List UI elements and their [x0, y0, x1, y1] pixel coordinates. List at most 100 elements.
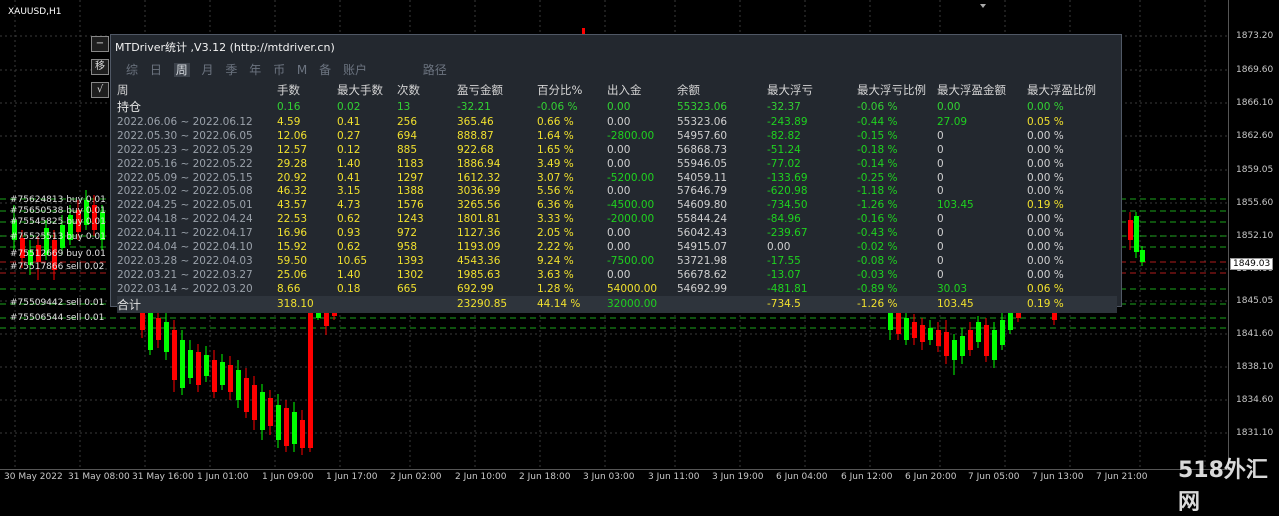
- table-cell: 0.41: [337, 171, 361, 184]
- table-cell: 2022.04.11 ~ 2022.04.17: [117, 227, 253, 240]
- table-cell: 0.19 %: [1027, 295, 1117, 313]
- table-cell: 3.49 %: [537, 157, 574, 170]
- table-cell: 694: [397, 129, 418, 142]
- price-tick: 1855.60: [1236, 198, 1274, 208]
- candle-body: [960, 336, 965, 356]
- table-cell: -734.5: [767, 295, 857, 313]
- table-cell: 55946.05: [677, 157, 728, 170]
- candle-body: [164, 322, 169, 352]
- candle-body: [984, 325, 989, 356]
- tab-currency[interactable]: 币: [273, 63, 285, 77]
- table-cell: 0: [937, 268, 944, 281]
- time-tick: 2 Jun 02:00: [390, 472, 442, 482]
- table-cell: -0.14 %: [857, 157, 898, 170]
- time-tick: 31 May 08:00: [68, 472, 130, 482]
- tab-week[interactable]: 周: [173, 63, 190, 77]
- table-cell: 0: [937, 254, 944, 267]
- column-header: 最大浮亏比例: [857, 83, 926, 97]
- table-cell: 2022.03.21 ~ 2022.03.27: [117, 268, 253, 281]
- tab-day[interactable]: 日: [150, 63, 162, 77]
- tab-month[interactable]: 月: [202, 63, 214, 77]
- table-cell: 0.00 %: [1027, 157, 1064, 170]
- table-cell: 27.09: [937, 115, 968, 128]
- table-cell: 0.00 %: [1027, 129, 1064, 142]
- table-row: 2022.03.21 ~ 2022.03.27 25.06 1.40 1302 1985…: [117, 268, 1117, 282]
- table-cell: 55323.06: [677, 100, 728, 113]
- tab-account[interactable]: 账户: [343, 63, 367, 77]
- table-cell: -0.15 %: [857, 129, 898, 142]
- tab-magic[interactable]: M: [297, 63, 307, 77]
- table-cell: 885: [397, 143, 418, 156]
- price-tick: 1866.10: [1236, 98, 1274, 108]
- minimize-button[interactable]: −: [91, 36, 109, 52]
- table-cell: 1393: [397, 254, 424, 267]
- table-cell: -13.07: [767, 268, 801, 281]
- table-cell: 13: [397, 100, 411, 113]
- table-cell: 0: [937, 129, 944, 142]
- tab-overall[interactable]: 综: [126, 63, 138, 77]
- table-cell: 0.00 %: [1027, 143, 1064, 156]
- table-row: 2022.03.28 ~ 2022.04.03 59.50 10.65 1393 454…: [117, 254, 1117, 268]
- table-cell: 0.41: [337, 115, 361, 128]
- table-cell: 1127.36: [457, 227, 501, 240]
- symbol-label: XAUUSD,H1: [8, 7, 62, 17]
- table-cell: 持仓: [117, 100, 142, 114]
- table-cell: 4543.36: [457, 254, 501, 267]
- tab-quarter[interactable]: 季: [225, 63, 237, 77]
- table-cell: -0.16 %: [857, 213, 898, 226]
- table-cell: 0.27: [337, 129, 361, 142]
- move-button[interactable]: 移: [91, 59, 109, 75]
- candle-body: [204, 355, 209, 376]
- table-row: 2022.04.18 ~ 2022.04.24 22.53 0.62 1243 1801…: [117, 212, 1117, 226]
- table-cell: 1612.32: [457, 171, 501, 184]
- candle-body: [976, 322, 981, 342]
- current-price-tag: 1849.03: [1230, 258, 1274, 270]
- table-cell: 1576: [397, 199, 424, 212]
- table-cell: 0.05 %: [1027, 115, 1064, 128]
- table-header: 周 手数 最大手数 次数 盈亏金额 百分比% 出入金 余额 最大浮亏 最大浮亏比例 最大浮盈金额 最大…: [117, 82, 1117, 98]
- table-cell: 0.19 %: [1027, 199, 1064, 212]
- table-cell: 0.62: [337, 240, 361, 253]
- table-cell: -32.21: [457, 100, 491, 113]
- table-cell: 1.28 %: [537, 282, 574, 295]
- order-label: #75512669 buy 0.01: [10, 249, 106, 259]
- table-cell: 0.00 %: [1027, 254, 1064, 267]
- time-tick: 31 May 16:00: [132, 472, 194, 482]
- table-cell: 3.33 %: [537, 213, 574, 226]
- table-cell: 0.00: [607, 185, 631, 198]
- table-cell: 15.92: [277, 240, 308, 253]
- confirm-button[interactable]: √: [91, 82, 109, 98]
- candle-body: [212, 360, 217, 392]
- table-row: 2022.04.11 ~ 2022.04.17 16.96 0.93 972 1127.…: [117, 226, 1117, 240]
- table-cell: 0: [937, 213, 944, 226]
- table-cell: 2022.05.23 ~ 2022.05.29: [117, 143, 253, 156]
- table-cell: -17.55: [767, 254, 801, 267]
- table-cell: 12.06: [277, 129, 308, 142]
- tab-year[interactable]: 年: [249, 63, 261, 77]
- table-cell: 0: [937, 227, 944, 240]
- table-cell: -0.89 %: [857, 282, 898, 295]
- table-cell: -0.06 %: [537, 100, 578, 113]
- table-cell: 55844.24: [677, 213, 728, 226]
- table-cell: 0.00: [607, 100, 631, 113]
- table-cell: 0.62: [337, 213, 361, 226]
- candle-body: [196, 352, 201, 385]
- table-row: 2022.06.06 ~ 2022.06.12 4.59 0.41 256 365.46…: [117, 115, 1117, 129]
- table-cell: -2800.00: [607, 129, 655, 142]
- tab-note[interactable]: 备: [319, 63, 331, 77]
- candle-body: [244, 378, 249, 412]
- table-cell: 1.64 %: [537, 129, 574, 142]
- table-cell: 43.57: [277, 199, 308, 212]
- table-cell: 0.00 %: [1027, 240, 1064, 253]
- table-cell: 0.00: [607, 268, 631, 281]
- table-cell: 0.00: [607, 115, 631, 128]
- table-cell: -0.44 %: [857, 115, 898, 128]
- table-cell: [337, 295, 397, 313]
- table-cell: 2022.03.14 ~ 2022.03.20: [117, 282, 253, 295]
- time-tick: 6 Jun 20:00: [905, 472, 957, 482]
- time-tick: 1 Jun 17:00: [326, 472, 378, 482]
- table-cell: 56678.62: [677, 268, 728, 281]
- tab-path[interactable]: 路径: [423, 63, 447, 77]
- candle-body: [904, 318, 909, 340]
- column-header: 次数: [397, 83, 420, 97]
